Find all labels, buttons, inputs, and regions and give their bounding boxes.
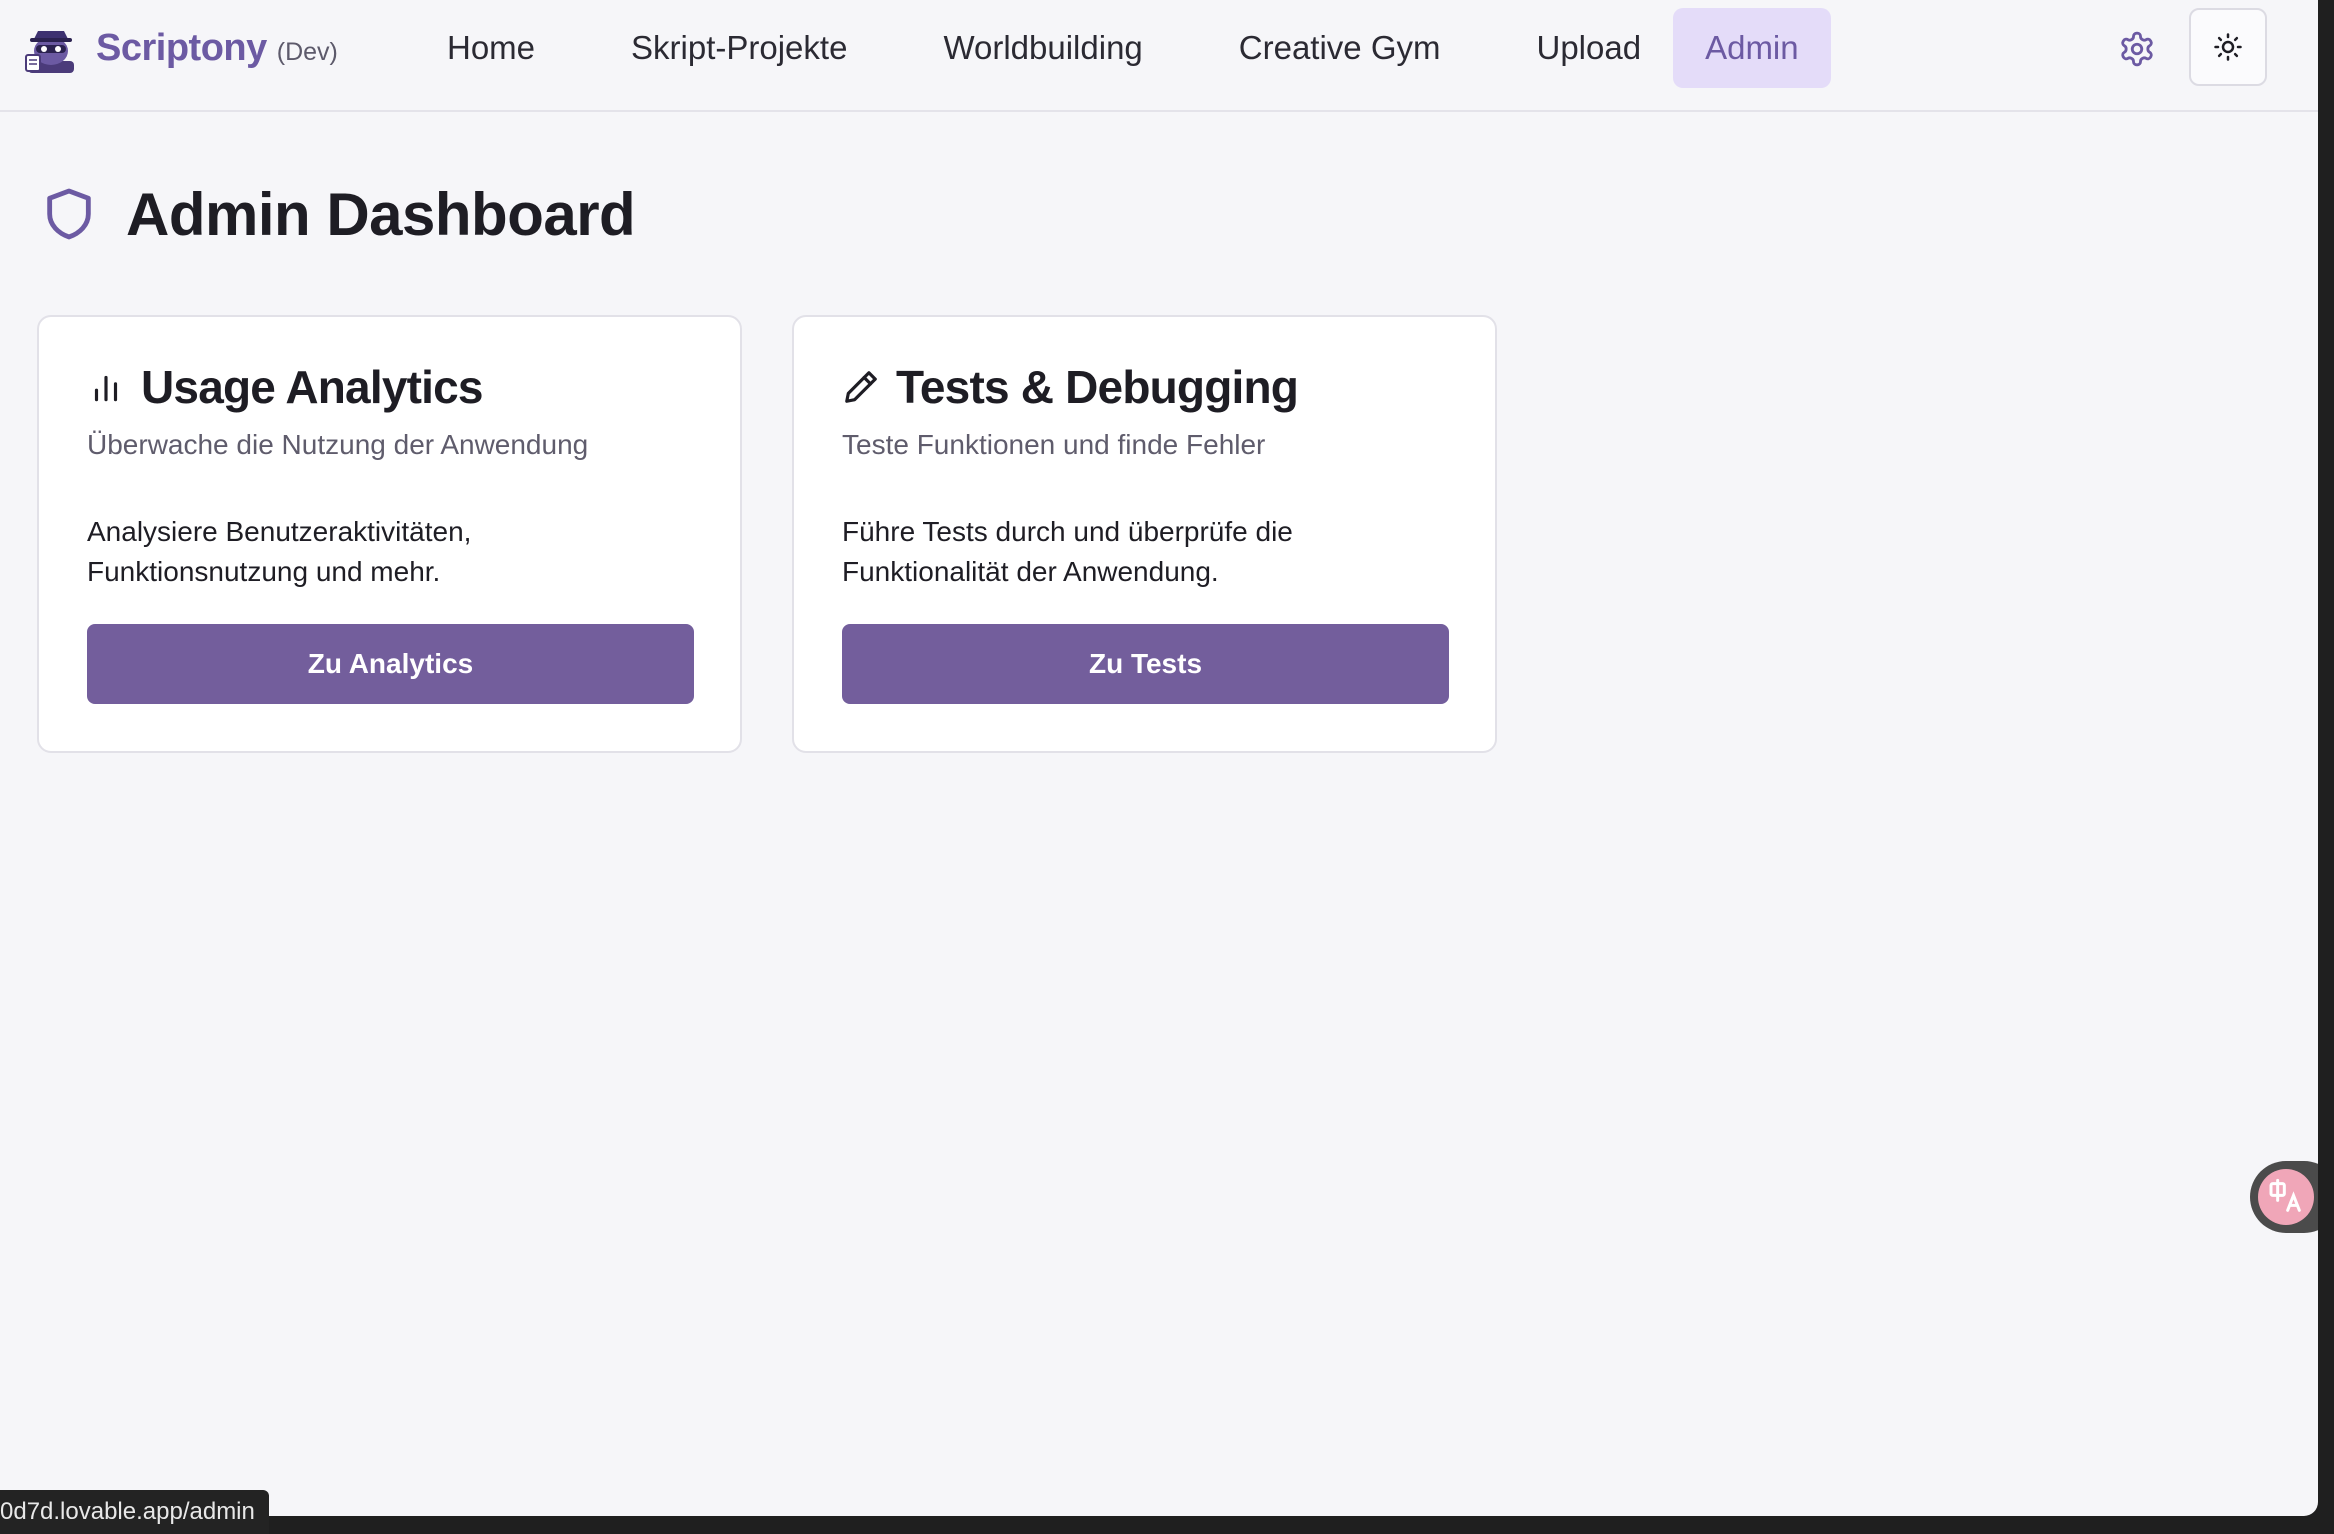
nav-item-worldbuilding[interactable]: Worldbuilding: [911, 8, 1174, 88]
app-viewport: Scriptony (Dev) Home Skript-Projekte Wor…: [0, 0, 2318, 1516]
go-to-tests-button[interactable]: Zu Tests: [842, 624, 1449, 704]
card-description: Führe Tests durch und überprüfe die Funk…: [842, 516, 1293, 587]
card-title: Usage Analytics: [141, 361, 483, 413]
card-header: Tests & Debugging: [842, 359, 1299, 415]
card-subtitle: Teste Funktionen und finde Fehler: [842, 429, 1266, 460]
sun-icon: [2214, 33, 2242, 61]
translate-icon: [2258, 1169, 2314, 1225]
brand-logo[interactable]: Scriptony (Dev): [24, 18, 338, 78]
nav-item-admin[interactable]: Admin: [1673, 8, 1831, 88]
pen-icon: [845, 371, 877, 403]
shield-icon: [47, 188, 91, 240]
main-nav: Home Skript-Projekte Worldbuilding Creat…: [415, 8, 1831, 88]
brand-name: Scriptony: [96, 26, 267, 69]
bar-chart-icon: [94, 375, 118, 402]
card-title: Tests & Debugging: [896, 361, 1299, 413]
settings-button[interactable]: [2110, 24, 2164, 74]
nav-item-upload[interactable]: Upload: [1505, 8, 1674, 88]
go-to-analytics-button[interactable]: Zu Analytics: [87, 624, 694, 704]
nav-item-creative-gym[interactable]: Creative Gym: [1207, 8, 1473, 88]
nav-item-skript-projekte[interactable]: Skript-Projekte: [599, 8, 879, 88]
usage-analytics-card: Usage Analytics Überwache die Nutzung de…: [37, 315, 742, 753]
top-navbar: Scriptony (Dev) Home Skript-Projekte Wor…: [0, 0, 2318, 112]
page-title: Admin Dashboard: [126, 180, 636, 248]
page-header: Admin Dashboard: [40, 178, 636, 250]
translate-widget[interactable]: [2250, 1161, 2318, 1233]
card-header: Usage Analytics: [87, 359, 483, 415]
nav-item-home[interactable]: Home: [415, 8, 567, 88]
theme-toggle-button[interactable]: [2189, 8, 2267, 86]
card-subtitle: Überwache die Nutzung der Anwendung: [87, 429, 589, 460]
status-bar-url: 0d7d.lovable.app/admin: [0, 1490, 269, 1534]
spy-raccoon-logo-icon: [25, 31, 74, 73]
gear-icon: [2121, 31, 2153, 67]
card-description: Analysiere Benutzeraktivitäten, Funktion…: [87, 516, 472, 587]
tests-debugging-card: Tests & Debugging Teste Funktionen und f…: [792, 315, 1497, 753]
env-tag: (Dev): [276, 37, 338, 66]
